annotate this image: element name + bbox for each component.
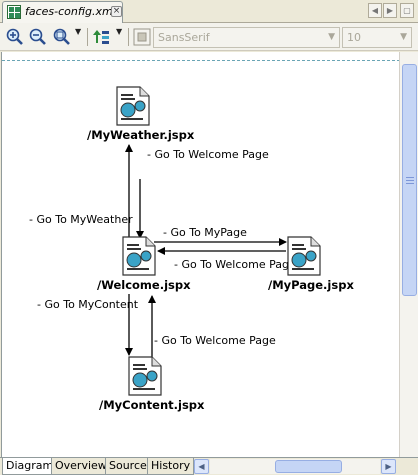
font-size-value: 10 [347,31,361,44]
zoom-out-icon[interactable] [29,28,47,46]
jspx-page-icon [122,236,156,276]
font-family-value: SansSerif [158,31,210,44]
tab-diagram[interactable]: Diagram [2,458,58,475]
edge-label[interactable]: - Go To Welcome Page [147,148,269,161]
page-node-mycontent[interactable] [128,356,162,396]
publish-dropdown-arrow-icon[interactable]: ▼ [116,27,122,36]
font-size-select[interactable]: 10 ▼ [342,27,412,48]
jspx-page-icon [287,236,321,276]
close-icon[interactable]: × [111,6,122,17]
zoom-fit-icon[interactable] [53,28,71,46]
editor-tab[interactable]: faces-config.xml × [2,1,123,23]
chevron-down-icon: ▼ [400,32,407,42]
edge-label[interactable]: - Go To Welcome Page [154,334,276,347]
scroll-left-button[interactable]: ◀ [194,459,209,474]
tab-source[interactable]: Source [105,458,151,475]
diagram-canvas[interactable]: - Go To Welcome Page - Go To MyWeather -… [1,52,399,457]
toolbar-separator [87,28,88,46]
vertical-scroll-thumb[interactable] [402,64,417,296]
edges-layer [125,144,287,364]
node-label[interactable]: /MyContent.jspx [99,398,204,412]
edge-label[interactable]: - Go To MyWeather [29,213,133,226]
restore-window-button[interactable]: ▢ [400,3,414,18]
edge-label[interactable]: - Go To MyContent [37,298,138,311]
node-label[interactable]: /MyPage.jspx [268,278,354,292]
page-node-myweather[interactable] [116,86,150,126]
editor-tab-label: faces-config.xml [25,5,116,18]
zoom-dropdown-arrow-icon[interactable]: ▼ [75,27,81,36]
color-icon[interactable] [133,28,151,46]
node-label[interactable]: /MyWeather.jspx [87,128,194,142]
diagram-toolbar: ▼ ▼ SansSerif ▼ 10 ▼ [0,23,418,51]
tab-history[interactable]: History [147,458,195,475]
toolbar-separator [128,28,129,46]
horizontal-scroll-thumb[interactable] [275,460,342,473]
scroll-right-button[interactable]: ▶ [381,459,396,474]
bottom-bar: Diagram Overview Source History ◀ ▶ [0,457,418,475]
chevron-down-icon: ▼ [328,32,335,42]
page-node-mypage[interactable] [287,236,321,276]
font-family-select[interactable]: SansSerif ▼ [153,27,340,48]
faces-config-icon [7,5,21,19]
jspx-page-icon [116,86,150,126]
scroll-tabs-left-button[interactable]: ◀ [368,3,382,18]
node-label[interactable]: /Welcome.jspx [97,278,191,292]
jspx-page-icon [128,356,162,396]
page-node-welcome[interactable] [122,236,156,276]
zoom-in-icon[interactable] [6,28,24,46]
publish-icon[interactable] [92,28,110,46]
vertical-scrollbar[interactable] [399,52,418,457]
edge-label[interactable]: - Go To MyPage [163,226,247,239]
editor-tab-bar: faces-config.xml × ◀ ▶ ▢ [0,0,418,23]
tab-overview[interactable]: Overview [51,458,111,475]
scroll-tabs-right-button[interactable]: ▶ [383,3,397,18]
edge-label[interactable]: - Go To Welcome Page [174,258,296,271]
